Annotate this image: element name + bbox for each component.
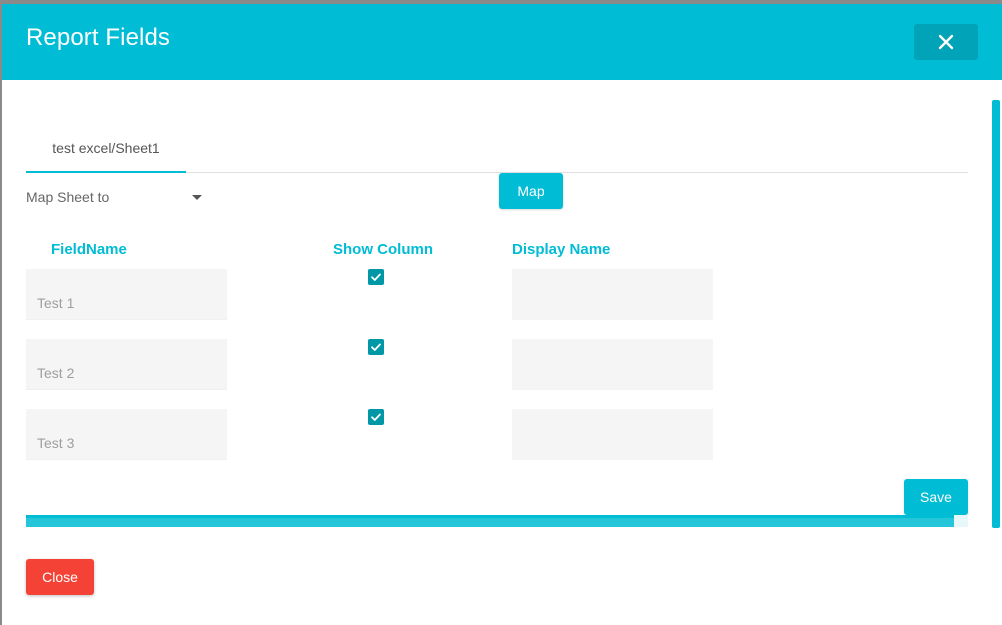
dialog-header: Report Fields <box>2 4 1002 80</box>
sheet-tabs: test excel/Sheet1 <box>26 130 968 173</box>
show-column-checkbox[interactable] <box>368 339 384 355</box>
field-name-input[interactable] <box>26 409 227 460</box>
column-header-show-column: Show Column <box>333 241 433 258</box>
table-horizontal-scrollbar[interactable] <box>26 515 968 527</box>
dialog-title: Report Fields <box>26 24 171 51</box>
map-sheet-select[interactable]: Map Sheet to <box>26 184 206 210</box>
header-close-button[interactable] <box>914 24 978 60</box>
caret-down-icon <box>192 195 202 200</box>
tab-test-excel-sheet1[interactable]: test excel/Sheet1 <box>26 130 186 173</box>
close-button[interactable]: Close <box>26 559 94 595</box>
map-sheet-label: Map Sheet to <box>26 189 110 205</box>
check-icon <box>371 273 381 281</box>
field-name-input[interactable] <box>26 339 227 390</box>
dialog-scrollbar-thumb[interactable] <box>992 100 1000 528</box>
save-button[interactable]: Save <box>904 479 968 515</box>
map-button[interactable]: Map <box>499 173 563 209</box>
table-scrollbar-track <box>954 515 968 527</box>
display-name-input[interactable] <box>512 339 713 390</box>
display-name-input[interactable] <box>512 409 713 460</box>
display-name-input[interactable] <box>512 269 713 320</box>
check-icon <box>371 343 381 351</box>
column-header-fieldname: FieldName <box>51 241 127 258</box>
table-scrollbar-thumb[interactable] <box>26 515 954 527</box>
field-name-input[interactable] <box>26 269 227 320</box>
show-column-checkbox[interactable] <box>368 409 384 425</box>
report-fields-dialog: Report Fields test excel/Sheet1 Map Shee… <box>2 4 1002 625</box>
check-icon <box>371 413 381 421</box>
column-header-display-name: Display Name <box>512 241 611 258</box>
close-icon <box>938 34 954 50</box>
show-column-checkbox[interactable] <box>368 269 384 285</box>
